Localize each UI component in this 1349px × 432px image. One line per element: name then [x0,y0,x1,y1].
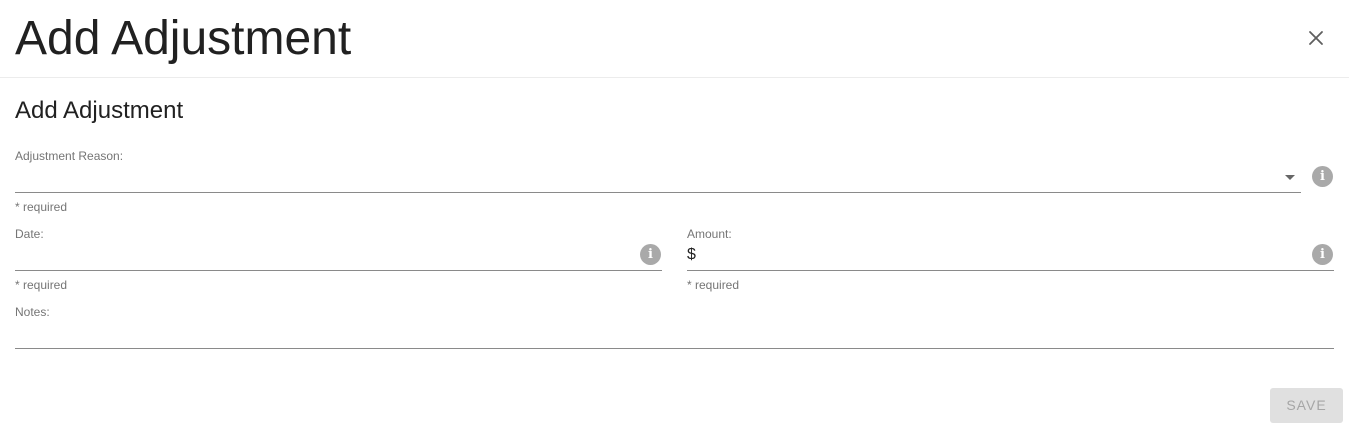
section-title: Add Adjustment [15,97,184,124]
adjustment-reason-underline [15,192,1301,193]
dialog-header: Add Adjustment [0,0,1349,78]
page-title: Add Adjustment [15,12,352,65]
adjustment-reason-label: Adjustment Reason: [15,149,124,163]
save-button[interactable]: SAVE [1270,388,1343,423]
amount-underline [687,270,1334,271]
date-hint: * required [15,278,68,292]
amount-hint: * required [687,278,740,292]
add-adjustment-dialog: Add Adjustment Add Adjustment Adjustment… [0,0,1349,432]
date-field[interactable] [15,246,630,266]
adjustment-reason-hint: * required [15,200,68,214]
date-label: Date: [15,227,44,241]
adjustment-reason-select[interactable] [15,166,1301,192]
date-underline [15,270,662,271]
amount-field[interactable] [702,246,1302,266]
close-button[interactable] [1302,24,1330,52]
notes-field[interactable] [15,324,1333,344]
info-icon[interactable]: i [1312,166,1333,187]
notes-underline [15,348,1334,349]
currency-prefix: $ [687,246,696,263]
info-icon[interactable]: i [640,244,661,265]
amount-label: Amount: [687,227,732,241]
close-icon [1309,31,1323,45]
chevron-down-icon[interactable] [1285,175,1295,180]
notes-label: Notes: [15,305,50,319]
info-icon[interactable]: i [1312,244,1333,265]
